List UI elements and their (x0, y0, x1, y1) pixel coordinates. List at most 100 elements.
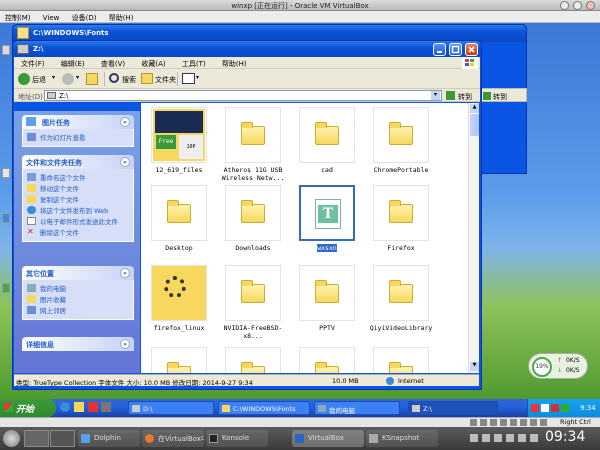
kde-battery-icon[interactable] (530, 434, 538, 442)
panel-header[interactable]: 其它位置 « (22, 266, 134, 280)
kde-task-dolphin[interactable]: Dolphin (78, 430, 140, 447)
explorer-titlebar[interactable]: Z:\ (13, 41, 481, 58)
back-arrow-icon[interactable] (18, 73, 30, 85)
quicklaunch-app-icon[interactable] (101, 402, 111, 412)
kde-task-konsole[interactable]: Konsole (206, 430, 268, 447)
desktop-icon[interactable] (2, 168, 10, 178)
file-item[interactable]: QiyiVideoLibrary (365, 265, 437, 340)
place-network[interactable]: 网上邻居 (27, 305, 129, 316)
file-item[interactable] (291, 347, 363, 373)
tray-icon[interactable] (551, 404, 559, 412)
vbox-usb-icon[interactable] (490, 419, 497, 426)
tray-icon[interactable] (531, 404, 539, 412)
tray-clock[interactable]: 9:34 (580, 404, 596, 412)
taskbar-button-fonts[interactable]: C:\WINDOWS\Fonts (218, 401, 310, 415)
file-item[interactable]: Downloads (217, 185, 289, 260)
taskbar-button-mycomputer[interactable]: 我的电脑 (314, 401, 400, 415)
task-delete[interactable]: ✕ 删除这个文件 (27, 227, 129, 238)
views-icon[interactable] (182, 73, 195, 84)
file-item[interactable]: Atheros 11G USB Wireless Netw... (217, 107, 289, 182)
folders-button[interactable]: 文件夹 (155, 75, 176, 85)
menu-tools[interactable]: 工具(T) (175, 57, 213, 69)
task-copy[interactable]: 复制这个文件 (27, 194, 129, 205)
expand-chevron-icon[interactable]: » (120, 339, 130, 349)
menu-file[interactable]: 文件(F) (14, 57, 52, 69)
file-item[interactable] (365, 347, 437, 373)
taskbar-button-z[interactable]: Z:\ (408, 401, 498, 415)
taskbar-button-d[interactable]: D:\ (128, 401, 214, 415)
back-dropdown-icon[interactable]: ▾ (52, 74, 55, 81)
search-button[interactable]: 搜索 (122, 75, 136, 85)
task-slideshow[interactable]: 作为幻灯片查看 (27, 132, 129, 143)
kde-volume-icon[interactable] (506, 434, 514, 442)
quicklaunch-app-icon[interactable] (88, 402, 98, 412)
kde-tray-icon[interactable] (482, 434, 490, 442)
views-dropdown-icon[interactable]: ▾ (196, 74, 199, 81)
scroll-up-button[interactable]: ▲ (470, 104, 479, 113)
forward-arrow-icon[interactable] (62, 73, 74, 85)
kde-desktop-pager[interactable] (24, 430, 49, 447)
menu-view[interactable]: 查看(V) (94, 57, 132, 69)
kde-clock[interactable]: 09:34 (545, 429, 585, 445)
desktop-icon[interactable] (2, 283, 10, 293)
kde-desktop-pager[interactable] (50, 430, 75, 447)
close-button[interactable] (465, 43, 478, 56)
quicklaunch-folder-icon[interactable] (74, 402, 84, 412)
vbox-network-icon[interactable] (500, 419, 507, 426)
up-folder-icon[interactable] (86, 73, 98, 85)
file-item[interactable]: PPTV (291, 265, 363, 340)
panel-header[interactable]: 文件和文件夹任务 « (22, 155, 134, 169)
vbox-display-icon[interactable] (520, 419, 527, 426)
vbox-menu-devices[interactable]: 设备(D) (67, 11, 102, 23)
task-rename[interactable]: 重命名这个文件 (27, 172, 129, 183)
file-item[interactable]: cad (291, 107, 363, 182)
scroll-thumb[interactable] (470, 114, 479, 136)
place-my-pictures[interactable]: 图片收藏 (27, 294, 129, 305)
file-item[interactable]: Desktop (143, 185, 215, 260)
collapse-chevron-icon[interactable]: « (120, 157, 130, 167)
task-move[interactable]: 移动这个文件 (27, 183, 129, 194)
address-dropdown-icon[interactable]: ▾ (431, 91, 440, 100)
file-item[interactable] (217, 347, 289, 373)
vertical-scrollbar[interactable]: ▲ ▼ (468, 103, 479, 373)
task-email[interactable]: 以电子邮件形式发送此文件 (27, 216, 129, 227)
file-item[interactable]: firefox_linux (143, 265, 215, 340)
quicklaunch-ie-icon[interactable] (60, 402, 70, 412)
minimize-button[interactable] (433, 43, 446, 56)
tray-icon[interactable] (541, 404, 549, 412)
vbox-keyboard-icon[interactable] (540, 419, 547, 426)
address-input[interactable]: Z:\ ▾ (44, 90, 442, 101)
forward-dropdown-icon[interactable]: ▾ (76, 74, 79, 81)
kde-task-ksnapshot[interactable]: KSnapshot (366, 430, 438, 447)
file-item[interactable]: Twxsxn (291, 185, 363, 260)
vbox-close-button[interactable] (586, 1, 595, 10)
kde-task-virtualbox[interactable]: VirtualBox (292, 430, 364, 447)
search-icon[interactable] (109, 73, 119, 83)
kde-network-icon[interactable] (518, 434, 526, 442)
collapse-chevron-icon[interactable]: « (120, 117, 130, 127)
vbox-minimize-button[interactable] (560, 1, 569, 10)
menu-help[interactable]: 帮助(H) (215, 57, 254, 69)
file-item[interactable] (143, 347, 215, 373)
go-arrow-icon[interactable] (446, 91, 455, 100)
file-item[interactable]: NVIDIA-FreeBSD-x8... (217, 265, 289, 340)
fonts-go-button[interactable]: 转到 (493, 92, 507, 102)
back-button[interactable]: 后退 (32, 75, 46, 85)
scroll-down-button[interactable]: ▼ (470, 362, 479, 371)
vbox-menu-help[interactable]: 帮助(H) (104, 11, 139, 23)
tray-icon[interactable] (561, 404, 569, 412)
vbox-menu-view[interactable]: View (38, 12, 65, 22)
menu-edit[interactable]: 编辑(E) (54, 57, 92, 69)
go-button[interactable]: 转到 (458, 92, 472, 102)
vbox-hdd-icon[interactable] (470, 419, 477, 426)
kde-launcher-icon[interactable] (3, 430, 20, 447)
folders-icon[interactable] (141, 73, 153, 84)
file-item[interactable]: Firefox (365, 185, 437, 260)
desktop-icon[interactable] (2, 45, 10, 55)
menu-favorites[interactable]: 收藏(A) (134, 57, 172, 69)
panel-header[interactable]: 图片任务 « (22, 115, 134, 129)
vbox-mouse-icon[interactable] (530, 419, 537, 426)
desktop-icon[interactable] (2, 213, 10, 223)
kde-tray-icon[interactable] (494, 434, 502, 442)
collapse-chevron-icon[interactable]: « (120, 268, 130, 278)
